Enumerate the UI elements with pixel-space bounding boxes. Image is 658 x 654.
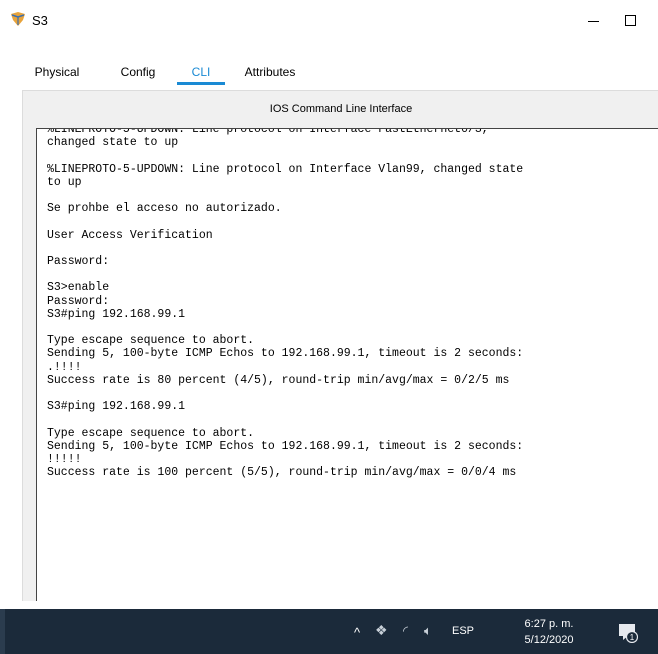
wifi-icon[interactable]: ◜ bbox=[403, 623, 408, 639]
dropbox-icon[interactable]: ❖ bbox=[375, 622, 388, 639]
taskbar-edge bbox=[0, 609, 5, 654]
clock[interactable]: 6:27 p. m. 5/12/2020 bbox=[512, 616, 586, 648]
tab-physical[interactable]: Physical bbox=[22, 56, 92, 88]
packet-tracer-icon bbox=[11, 12, 25, 26]
notification-count: 1 bbox=[630, 633, 635, 642]
minimize-button[interactable] bbox=[578, 6, 612, 34]
volume-icon[interactable]: 🔈︎ bbox=[424, 623, 432, 639]
window-title: S3 bbox=[32, 13, 48, 28]
panel-title: IOS Command Line Interface bbox=[269, 103, 413, 115]
tab-attributes[interactable]: Attributes bbox=[234, 56, 306, 88]
input-language[interactable]: ESP bbox=[452, 625, 474, 637]
taskbar: ^ ❖ ◜ 🔈︎ ESP 6:27 p. m. 5/12/2020 1 bbox=[0, 609, 658, 654]
notification-icon[interactable]: 1 bbox=[616, 621, 638, 643]
show-hidden-icons-icon[interactable]: ^ bbox=[354, 625, 360, 640]
tab-config[interactable]: Config bbox=[110, 56, 166, 88]
active-tab-indicator bbox=[177, 82, 225, 85]
terminal-output[interactable]: %LINEPROTO-5-UPDOWN: Line protocol on In… bbox=[47, 129, 523, 479]
title-bar: S3 bbox=[0, 0, 658, 40]
clock-time: 6:27 p. m. bbox=[524, 618, 574, 630]
cli-terminal[interactable]: %LINEPROTO-5-UPDOWN: Line protocol on In… bbox=[36, 128, 658, 601]
maximize-button[interactable] bbox=[614, 6, 648, 34]
clock-date: 5/12/2020 bbox=[524, 634, 574, 646]
tab-strip: Physical Config CLI Attributes bbox=[22, 56, 658, 90]
